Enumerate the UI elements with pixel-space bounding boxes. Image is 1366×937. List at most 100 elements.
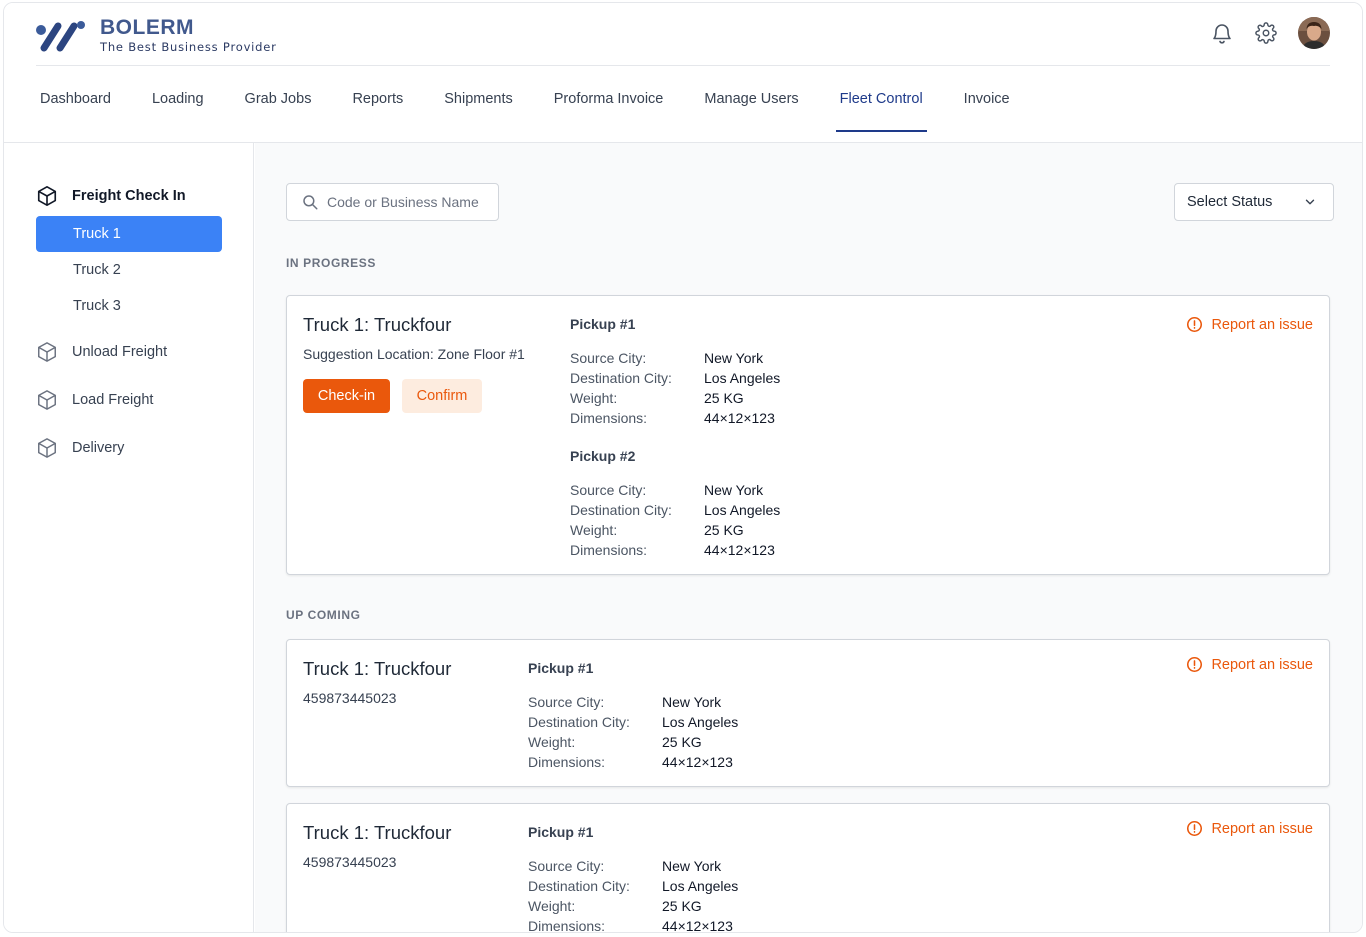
pickup-details: Pickup #1 Source City: New York Destinati…	[528, 660, 738, 772]
app-window: BOLERM The Best Business Provider Dashbo…	[3, 2, 1363, 933]
brand[interactable]: BOLERM The Best Business Provider	[34, 17, 277, 54]
nav-loading[interactable]: Loading	[148, 66, 208, 132]
nav-grab-jobs[interactable]: Grab Jobs	[241, 66, 316, 132]
nav-fleet-control[interactable]: Fleet Control	[835, 66, 927, 132]
sidebar-item-truck-1[interactable]: Truck 1	[36, 216, 222, 252]
chevron-down-icon	[1305, 199, 1315, 205]
destination-city-value: Los Angeles	[662, 878, 739, 894]
sidebar-item-truck-3[interactable]: Truck 3	[36, 288, 222, 324]
nav-invoice[interactable]: Invoice	[960, 66, 1014, 132]
sidebar-item-label: Freight Check In	[72, 188, 186, 204]
dimensions-label: Dimensions:	[528, 918, 606, 933]
destination-city-label: Destination City:	[570, 370, 672, 386]
dimensions-label: Dimensions:	[570, 410, 648, 426]
box-icon	[38, 390, 56, 410]
dimensions-label: Dimensions:	[528, 754, 606, 770]
weight-value: 25 KG	[704, 522, 744, 538]
status-select[interactable]: Select Status	[1174, 183, 1334, 221]
alert-circle-icon	[1187, 820, 1203, 837]
confirm-button[interactable]: Confirm	[402, 379, 482, 413]
report-issue-label: Report an issue	[1211, 316, 1313, 333]
search-box[interactable]	[286, 183, 499, 221]
source-city-value: New York	[662, 694, 722, 710]
nav-dashboard[interactable]: Dashboard	[36, 66, 115, 132]
pickup-title: Pickup #1	[528, 824, 594, 840]
suggestion-location: Suggestion Location: Zone Floor #1	[303, 346, 525, 362]
truck-title: Truck 1: Truckfour	[303, 658, 452, 679]
sidebar-item-unload-freight[interactable]: Unload Freight	[36, 341, 167, 363]
sidebar: Freight Check In Truck 1 Truck 2 Truck 3…	[4, 143, 254, 932]
pickup-details: Pickup #2 Source City: New York Destinati…	[570, 448, 780, 560]
source-city-label: Source City:	[570, 350, 647, 366]
dimensions-value: 44×12×123	[704, 410, 775, 426]
sidebar-item-load-freight[interactable]: Load Freight	[36, 389, 153, 411]
destination-city-label: Destination City:	[528, 714, 630, 730]
brand-logo-icon	[36, 20, 85, 51]
truck-code: 459873445023	[303, 690, 397, 706]
weight-value: 25 KG	[704, 390, 744, 406]
weight-label: Weight:	[528, 898, 576, 914]
source-city-label: Source City:	[570, 482, 647, 498]
box-icon	[38, 438, 56, 458]
truck-title: Truck 1: Truckfour	[303, 822, 452, 843]
weight-value: 25 KG	[662, 898, 702, 914]
source-city-label: Source City:	[528, 858, 605, 874]
truck-card-upcoming: Truck 1: Truckfour 459873445023 Pickup #…	[286, 803, 1330, 933]
pickup-details: Pickup #1 Source City: New York Destinati…	[570, 316, 780, 428]
main-nav: Dashboard Loading Grab Jobs Reports Ship…	[36, 66, 1047, 132]
destination-city-value: Los Angeles	[704, 502, 781, 518]
nav-proforma-invoice[interactable]: Proforma Invoice	[550, 66, 668, 132]
brand-name: BOLERM	[100, 16, 194, 39]
pickup-title: Pickup #1	[570, 316, 636, 332]
sidebar-item-label: Unload Freight	[72, 344, 168, 360]
user-avatar[interactable]	[1298, 17, 1330, 49]
dimensions-value: 44×12×123	[662, 918, 733, 933]
brand-tagline: The Best Business Provider	[100, 40, 277, 54]
destination-city-label: Destination City:	[570, 502, 672, 518]
weight-label: Weight:	[570, 522, 618, 538]
truck-title: Truck 1: Truckfour	[303, 314, 452, 335]
nav-manage-users[interactable]: Manage Users	[700, 66, 802, 132]
weight-value: 25 KG	[662, 734, 702, 750]
main-content: Select Status IN PROGRESS Truck 1: Truck…	[255, 143, 1362, 933]
box-icon	[38, 342, 56, 362]
report-issue-label: Report an issue	[1211, 820, 1313, 837]
header: BOLERM The Best Business Provider Dashbo…	[4, 3, 1362, 143]
gear-icon[interactable]	[1254, 21, 1278, 45]
alert-circle-icon	[1187, 656, 1203, 673]
nav-reports[interactable]: Reports	[348, 66, 407, 132]
report-issue-link[interactable]: Report an issue	[1186, 820, 1313, 837]
bell-icon[interactable]	[1210, 21, 1234, 45]
source-city-value: New York	[704, 350, 764, 366]
dimensions-value: 44×12×123	[704, 542, 775, 558]
section-label-upcoming: UP COMING	[286, 608, 361, 622]
sidebar-item-label: Delivery	[72, 440, 125, 456]
section-label-in-progress: IN PROGRESS	[286, 256, 376, 270]
pickup-details: Pickup #1 Source City: New York Destinati…	[528, 824, 739, 933]
weight-label: Weight:	[528, 734, 576, 750]
search-input[interactable]	[327, 194, 497, 210]
truck-code: 459873445023	[303, 854, 397, 870]
destination-city-value: Los Angeles	[704, 370, 781, 386]
report-issue-link[interactable]: Report an issue	[1186, 656, 1313, 673]
sidebar-item-delivery[interactable]: Delivery	[36, 437, 124, 459]
pickup-title: Pickup #2	[570, 448, 636, 464]
dimensions-label: Dimensions:	[570, 542, 648, 558]
pickup-title: Pickup #1	[528, 660, 594, 676]
destination-city-value: Los Angeles	[662, 714, 739, 730]
alert-circle-icon	[1187, 316, 1203, 333]
header-actions	[1190, 17, 1330, 49]
sidebar-item-freight-check-in[interactable]: Freight Check In	[36, 185, 186, 207]
status-select-value: Select Status	[1187, 194, 1273, 210]
destination-city-label: Destination City:	[528, 878, 630, 894]
box-icon	[37, 186, 57, 206]
sidebar-item-truck-2[interactable]: Truck 2	[36, 252, 222, 288]
nav-shipments[interactable]: Shipments	[440, 66, 517, 132]
dimensions-value: 44×12×123	[662, 754, 733, 770]
sidebar-item-label: Load Freight	[72, 392, 154, 408]
source-city-label: Source City:	[528, 694, 605, 710]
report-issue-link[interactable]: Report an issue	[1186, 316, 1313, 333]
check-in-button[interactable]: Check-in	[303, 379, 390, 413]
weight-label: Weight:	[570, 390, 618, 406]
search-icon	[303, 195, 318, 210]
